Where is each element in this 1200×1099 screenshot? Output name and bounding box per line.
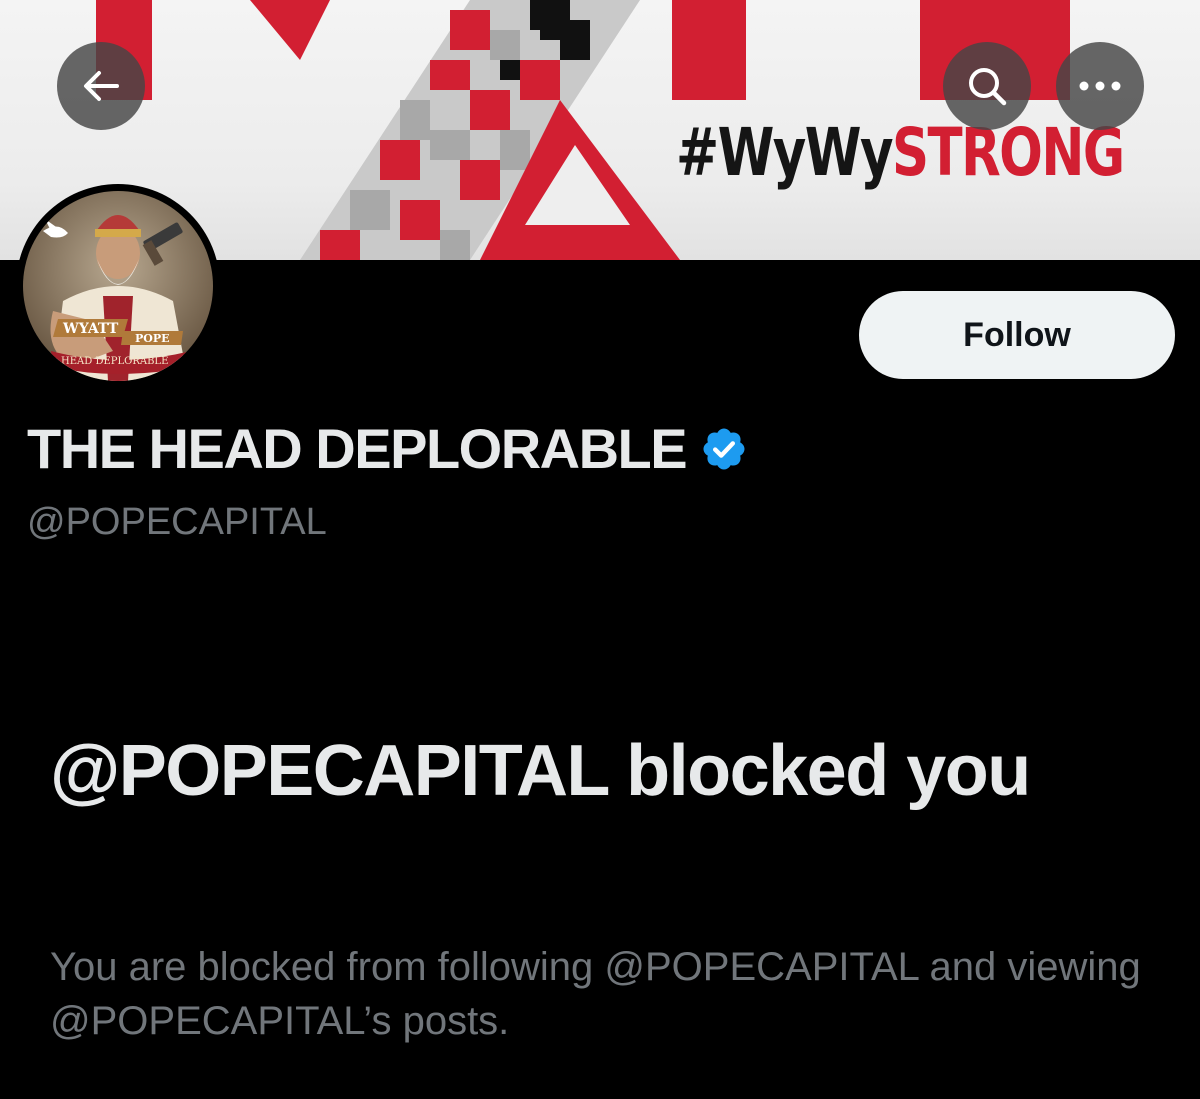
avatar-ribbon-text-2: POPE: [135, 332, 170, 345]
profile-handle: @POPECAPITAL: [27, 501, 327, 543]
back-button[interactable]: [57, 42, 145, 130]
display-name: THE HEAD DEPLORABLE: [27, 417, 688, 480]
banner-hashtag-dark: #WyWy: [676, 114, 894, 191]
blocked-title: @POPECAPITAL blocked you: [50, 731, 1031, 811]
blocked-description: You are blocked from following @POPECAPI…: [50, 945, 1141, 1043]
avatar-illustration: WYATT POPE HEAD DEPLORABLE: [23, 191, 213, 381]
avatar-ribbon-text-3: HEAD DEPLORABLE: [61, 356, 168, 367]
more-options-button[interactable]: [1056, 42, 1144, 130]
more-horizontal-icon: [1079, 81, 1121, 91]
follow-button[interactable]: Follow: [859, 291, 1175, 379]
search-icon: [969, 68, 1007, 106]
arrow-left-icon: [84, 71, 119, 101]
avatar-ribbon-text-1: WYATT: [62, 321, 119, 337]
display-name-row: THE HEAD DEPLORABLE: [27, 418, 748, 480]
search-button[interactable]: [943, 42, 1031, 130]
profile-page: #WyWySTRONG WYATT POPE HEAD DEPLORABLE F…: [0, 0, 1200, 1099]
banner-hashtag: #WyWySTRONG: [676, 120, 1125, 186]
avatar[interactable]: WYATT POPE HEAD DEPLORABLE: [16, 184, 220, 388]
verified-badge-icon[interactable]: [700, 425, 748, 473]
avatar-image: WYATT POPE HEAD DEPLORABLE: [23, 191, 213, 381]
